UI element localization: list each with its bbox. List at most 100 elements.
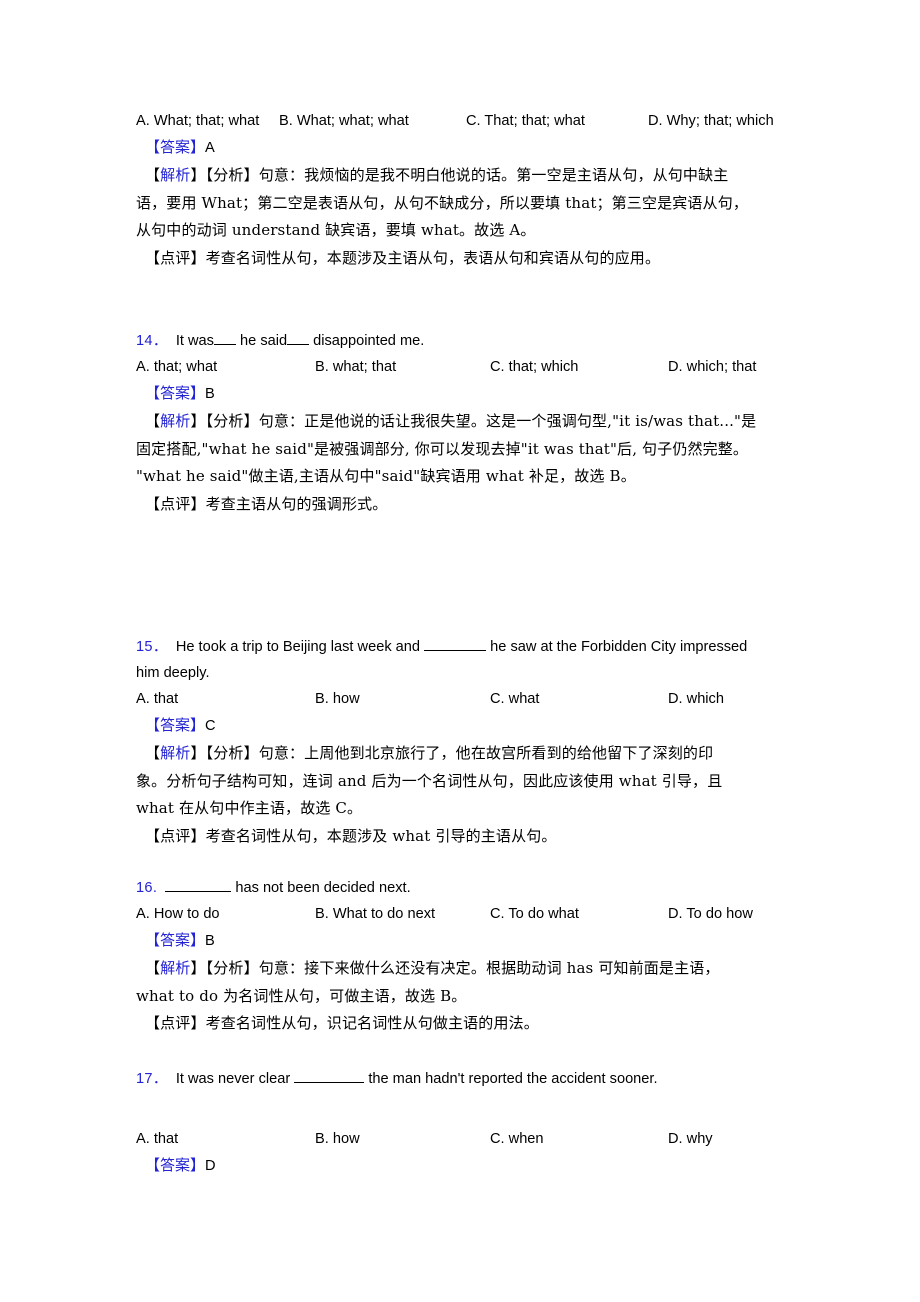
stem-text-14-c: disappointed me. — [313, 333, 425, 349]
analysis-text-16-1: 句意：接下来做什么还没有决定。根据助动词 has 可知前面是主语， — [258, 959, 720, 977]
answer-line-13: 【答案】A — [136, 134, 784, 162]
option-13-a[interactable]: A. What; that; what — [136, 108, 259, 134]
answer-marker-16: 【答案】 — [145, 931, 206, 949]
option-15-d[interactable]: D. which — [668, 686, 724, 712]
question-number-16: 16. — [136, 880, 158, 896]
option-14-a[interactable]: A. that; what — [136, 354, 217, 380]
option-15-c[interactable]: C. what — [490, 686, 539, 712]
answer-marker-17: 【答案】 — [145, 1156, 206, 1174]
answer-line-14: 【答案】B — [136, 380, 784, 408]
analysis-marker-15: 解析 — [160, 744, 191, 762]
comment-text-16: 考查名词性从句，识记名词性从句做主语的用法。 — [205, 1014, 539, 1032]
analysis-text-13-1: 句意：我烦恼的是我不明白他说的话。第一空是主语从句，从句中缺主 — [258, 166, 729, 184]
comment-line-15: 【点评】考查名词性从句，本题涉及 what 引导的主语从句。 — [136, 823, 784, 851]
option-16-d[interactable]: D. To do how — [668, 901, 753, 927]
answer-marker-14: 【答案】 — [145, 384, 206, 402]
option-17-a[interactable]: A. that — [136, 1126, 178, 1152]
option-16-a[interactable]: A. How to do — [136, 901, 220, 927]
option-13-b[interactable]: B. What; what; what — [279, 108, 409, 134]
question-block-16: 16. has not been decided next. A. How to… — [136, 875, 784, 1038]
option-13-d[interactable]: D. Why; that; which — [648, 108, 774, 134]
option-17-d[interactable]: D. why — [668, 1126, 713, 1152]
analysis-line-16-1: 【解析】【分析】句意：接下来做什么还没有决定。根据助动词 has 可知前面是主语… — [145, 959, 720, 977]
options-row-16: A. How to do B. What to do next C. To do… — [136, 901, 784, 927]
option-16-b[interactable]: B. What to do next — [315, 901, 435, 927]
comment-line-16: 【点评】考查名词性从句，识记名词性从句做主语的用法。 — [136, 1010, 784, 1038]
analysis-line-13-2: 语，要用 What；第二空是表语从句，从句不缺成分，所以要填 that；第三空是… — [136, 193, 748, 212]
answer-blank-16[interactable] — [165, 880, 232, 892]
option-15-a[interactable]: A. that — [136, 686, 178, 712]
answer-blank-14-1[interactable] — [213, 333, 236, 345]
option-14-d[interactable]: D. which; that — [668, 354, 756, 380]
comment-marker-13: 【点评】 — [145, 248, 206, 267]
comment-text-15: 考查名词性从句，本题涉及 what 引导的主语从句。 — [205, 826, 557, 845]
analysis-line-13-3: 从句中的动词 understand 缺宾语，要填 what。故选 A。 — [136, 221, 536, 239]
analysis-line-14-3: "what he said"做主语,主语从句中"said"缺宾语用 what 补… — [136, 467, 636, 485]
answer-line-17: 【答案】D — [136, 1152, 784, 1180]
answer-value-16: B — [205, 933, 215, 949]
question-stem-16: 16. has not been decided next. — [136, 875, 784, 901]
option-17-c[interactable]: C. when — [490, 1126, 544, 1152]
question-block-17: 17． It was never clear the man hadn't re… — [136, 1066, 784, 1180]
options-row-17: A. that B. how C. when D. why — [136, 1126, 784, 1152]
analysis-text-14-1: 句意：正是他说的话让我很失望。这是一个强调句型,"it is/was that.… — [258, 412, 757, 430]
analysis-inner-13: 【分析】 — [205, 166, 259, 184]
answer-blank-17[interactable] — [294, 1071, 365, 1083]
stem-text-17-a: It was never clear — [175, 1071, 291, 1087]
answer-blank-14-2[interactable] — [287, 333, 310, 345]
stem-text-14-b: he said — [240, 333, 288, 349]
answer-blank-15[interactable] — [424, 639, 487, 651]
question-block-13: A. What; that; what B. What; what; what … — [136, 108, 784, 272]
comment-line-14: 【点评】考查主语从句的强调形式。 — [136, 491, 784, 519]
analysis-line-15-3: what 在从句中作主语，故选 C。 — [136, 799, 363, 817]
comment-text-14: 考查主语从句的强调形式。 — [205, 494, 388, 513]
answer-value-17: D — [205, 1158, 216, 1174]
stem-text-15-a: He took a trip to Beijing last week and — [175, 639, 421, 655]
option-17-b[interactable]: B. how — [315, 1126, 360, 1152]
comment-line-13: 【点评】考查名词性从句，本题涉及主语从句，表语从句和宾语从句的应用。 — [136, 245, 784, 273]
analysis-inner-14: 【分析】 — [205, 412, 259, 430]
answer-marker-15: 【答案】 — [145, 716, 206, 734]
question-stem-15-line2: him deeply. — [136, 665, 210, 681]
question-stem-15: 15． He took a trip to Beijing last week … — [136, 634, 784, 660]
analysis-line-13-1: 【解析】【分析】句意：我烦恼的是我不明白他说的话。第一空是主语从句，从句中缺主 — [145, 166, 729, 184]
answer-line-15: 【答案】C — [136, 712, 784, 740]
answer-marker-13: 【答案】 — [145, 138, 206, 156]
analysis-marker-14: 解析 — [160, 412, 191, 430]
stem-text-14-a: It was — [175, 333, 214, 349]
analysis-inner-16: 【分析】 — [205, 959, 259, 977]
analysis-line-14-1: 【解析】【分析】句意：正是他说的话让我很失望。这是一个强调句型,"it is/w… — [145, 412, 757, 430]
question-stem-14: 14． It was he said disappointed me. — [136, 328, 784, 354]
analysis-marker-13: 解析 — [160, 166, 191, 184]
analysis-line-14-2: 固定搭配,"what he said"是被强调部分, 你可以发现去掉"it wa… — [136, 439, 749, 458]
analysis-line-15-2: 象。分析句子结构可知，连词 and 后为一个名词性从句，因此应该使用 what … — [136, 771, 723, 790]
question-block-14: 14． It was he said disappointed me. A. t… — [136, 328, 784, 518]
question-number-14: 14． — [136, 333, 168, 349]
answer-value-14: B — [205, 386, 215, 402]
analysis-line-16-2: what to do 为名词性从句，可做主语，故选 B。 — [136, 986, 467, 1005]
comment-marker-16: 【点评】 — [145, 1014, 206, 1032]
document-page: A. What; that; what B. What; what; what … — [0, 0, 920, 1302]
option-16-c[interactable]: C. To do what — [490, 901, 579, 927]
analysis-marker-16: 解析 — [160, 959, 191, 977]
question-number-17: 17． — [136, 1071, 168, 1087]
option-14-c[interactable]: C. that; which — [490, 354, 578, 380]
option-14-b[interactable]: B. what; that — [315, 354, 396, 380]
question-stem-17: 17． It was never clear the man hadn't re… — [136, 1066, 784, 1092]
answer-value-13: A — [205, 140, 215, 156]
option-13-c[interactable]: C. That; that; what — [466, 108, 585, 134]
analysis-line-15-1: 【解析】【分析】句意：上周他到北京旅行了，他在故宫所看到的给他留下了深刻的印 — [145, 744, 714, 762]
answer-value-15: C — [205, 718, 216, 734]
option-15-b[interactable]: B. how — [315, 686, 360, 712]
comment-marker-14: 【点评】 — [145, 494, 206, 513]
question-number-15: 15． — [136, 639, 168, 655]
analysis-inner-15: 【分析】 — [205, 744, 259, 762]
comment-marker-15: 【点评】 — [145, 826, 206, 845]
options-row-13: A. What; that; what B. What; what; what … — [136, 108, 784, 134]
analysis-text-15-1: 句意：上周他到北京旅行了，他在故宫所看到的给他留下了深刻的印 — [258, 744, 714, 762]
options-row-14: A. that; what B. what; that C. that; whi… — [136, 354, 784, 380]
stem-text-16: has not been decided next. — [235, 880, 411, 896]
options-row-15: A. that B. how C. what D. which — [136, 686, 784, 712]
question-block-15: 15． He took a trip to Beijing last week … — [136, 634, 784, 850]
answer-line-16: 【答案】B — [136, 927, 784, 955]
